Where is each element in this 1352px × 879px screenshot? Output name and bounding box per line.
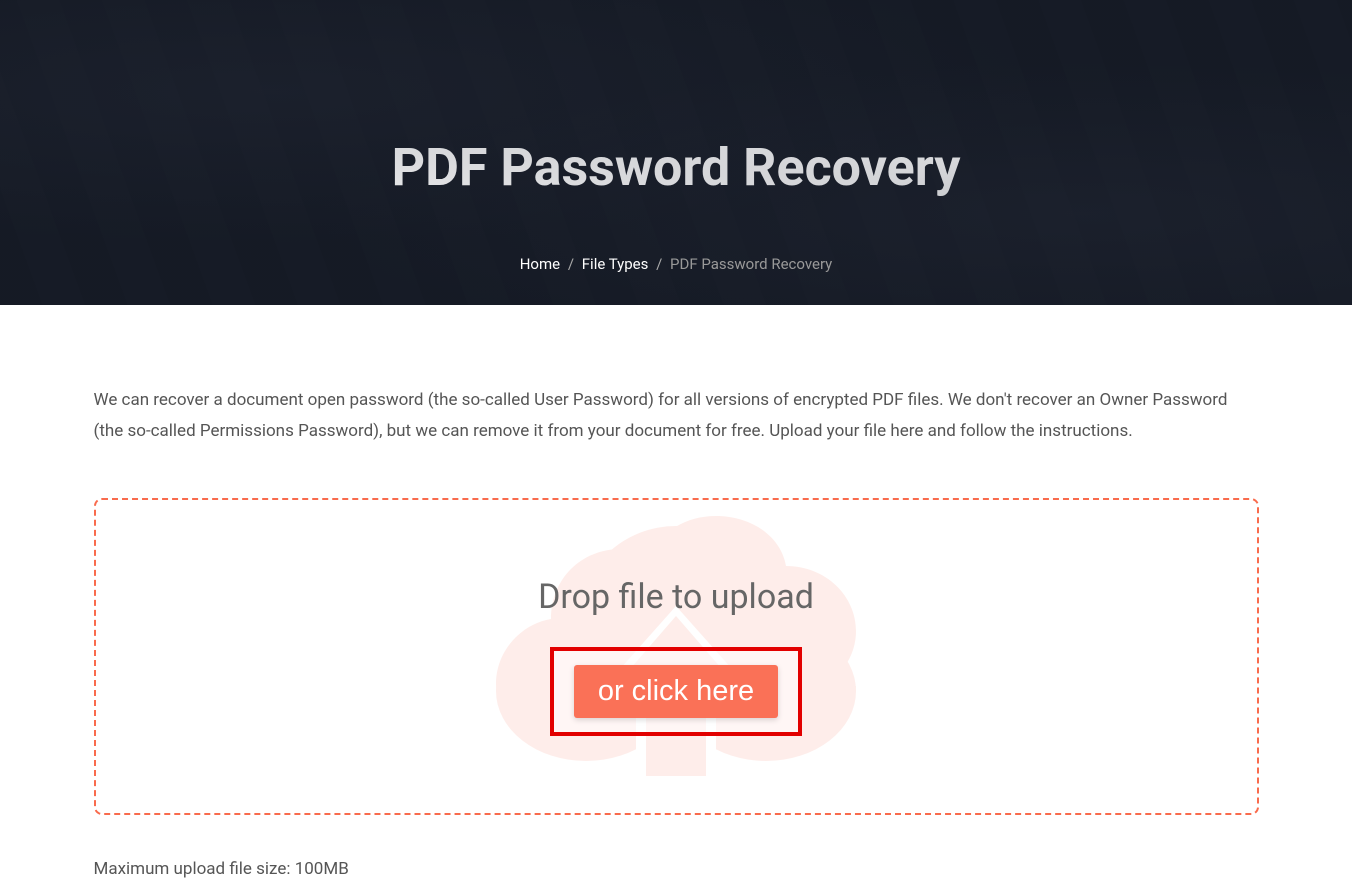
upload-prompt-text: Drop file to upload xyxy=(538,577,814,617)
breadcrumb-file-types-link[interactable]: File Types xyxy=(582,255,649,273)
upload-dropzone[interactable]: Drop file to upload or click here xyxy=(94,498,1259,815)
upload-click-button[interactable]: or click here xyxy=(574,665,778,718)
main-content: We can recover a document open password … xyxy=(84,385,1269,879)
breadcrumb-home-link[interactable]: Home xyxy=(520,255,560,273)
hero-banner: PDF Password Recovery Home / File Types … xyxy=(0,0,1352,305)
description-text: We can recover a document open password … xyxy=(94,385,1259,448)
file-size-limit-text: Maximum upload file size: 100MB xyxy=(94,859,1259,879)
breadcrumb: Home / File Types / PDF Password Recover… xyxy=(520,255,833,273)
highlight-annotation: or click here xyxy=(550,647,802,736)
breadcrumb-current: PDF Password Recovery xyxy=(670,255,832,273)
page-title: PDF Password Recovery xyxy=(392,137,961,198)
breadcrumb-separator: / xyxy=(568,255,574,273)
breadcrumb-separator: / xyxy=(656,255,662,273)
